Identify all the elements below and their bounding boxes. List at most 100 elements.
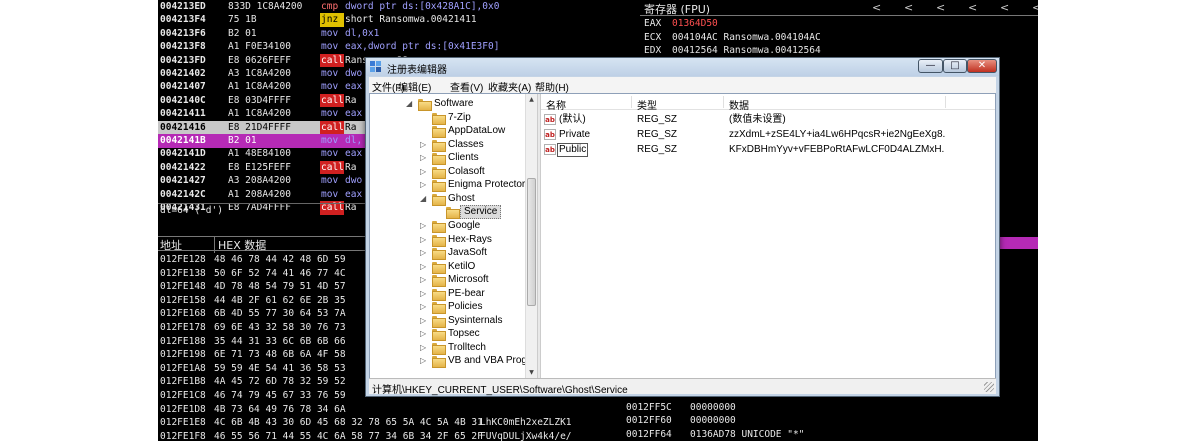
register-row[interactable]: EAX 01364D50 [644, 17, 718, 30]
tree-node-label: Enigma Protector [448, 179, 525, 191]
collapsed-arrow-icon[interactable]: ▷ [420, 300, 430, 314]
folder-icon [418, 99, 432, 111]
chevron-left-icon[interactable]: < [904, 1, 913, 14]
instruction-operands: dl, [345, 135, 363, 146]
dump-bytes: 6B 4D 55 77 30 64 53 7A [214, 308, 346, 320]
dump-bytes: 4A 45 72 6D 78 32 59 52 [214, 376, 346, 388]
scroll-thumb[interactable] [527, 178, 536, 306]
instruction-operands: Ra [345, 121, 357, 133]
menu-item[interactable]: 编辑(E) [398, 79, 431, 94]
stack-row[interactable]: 0012FF64 0136AD78 UNICODE "*" [626, 428, 804, 441]
register-value: 00412564 Ransomwa.00412564 [672, 45, 821, 57]
values-list[interactable]: 名称 类型 数据 ab (默认) REG_SZ (数值未设置) ab Private REG… [541, 94, 995, 393]
chevron-left-icon[interactable]: < [968, 1, 977, 14]
folder-icon [432, 356, 446, 369]
chevron-left-icon[interactable]: < [1032, 1, 1038, 14]
register-value: 004104AC Ransomwa.004104AC [672, 31, 821, 43]
stack-row[interactable]: 0012FF60 00000000 [626, 414, 736, 428]
menu-item[interactable]: 查看(V) [450, 79, 483, 94]
instruction-bytes: A1 48E84100 [228, 148, 291, 160]
collapsed-arrow-icon[interactable]: ▷ [420, 151, 430, 165]
disasm-row[interactable]: 004213ED 833D 1C8A4200 cmp dword ptr ds:[0x… [158, 0, 628, 14]
column-name[interactable]: 名称 [546, 97, 566, 112]
chevron-left-icon[interactable]: < [872, 1, 881, 14]
folder-icon [432, 288, 446, 301]
chevron-left-icon[interactable]: < [1000, 1, 1009, 14]
instruction-operands: Ra [345, 94, 357, 106]
instruction-bytes: B2 01 [228, 27, 257, 39]
instruction-mnemonic: mov [321, 108, 339, 120]
dump-address: 012FE1C8 [160, 390, 206, 401]
collapsed-arrow-icon[interactable]: ▷ [420, 354, 430, 368]
dump-header-address: 地址 [160, 239, 182, 252]
tree-node-label: Ghost [448, 192, 475, 204]
scroll-up-arrow-icon[interactable]: ▲ [526, 94, 537, 106]
register-row[interactable]: EDX 00412564 Ransomwa.00412564 [644, 44, 821, 57]
dump-address: 012FE198 [160, 349, 206, 361]
collapsed-arrow-icon[interactable]: ▷ [420, 219, 430, 233]
collapsed-arrow-icon[interactable]: ▷ [420, 165, 430, 179]
tree-node-label: Topsec [448, 328, 480, 340]
instruction-mnemonic: mov [321, 135, 339, 146]
stack-value: 00000000 [690, 415, 736, 427]
value-row[interactable]: ab Public REG_SZ KFxDBHmYyv+vFEBPoRtAFwLCF0… [541, 142, 995, 157]
disasm-row[interactable]: 004213F6 B2 01 mov dl,0x1 [158, 27, 628, 41]
disasm-row[interactable]: 004213F4 75 1B jnz short Ransomwa.00421411 [158, 13, 628, 27]
dump-row[interactable]: 012FE1D8 4B 73 64 49 76 78 34 6A [158, 403, 628, 417]
tree-vertical-scrollbar[interactable]: ▲ ▼ [525, 94, 537, 379]
tree-node-label: Service [460, 205, 502, 220]
dump-ascii: LhKC0mEh2xeZLZK1 [480, 417, 572, 429]
chevron-left-icon[interactable]: < [936, 1, 945, 14]
instruction-mnemonic: jnz [320, 13, 344, 27]
dump-row[interactable]: 012FE1E8 4C 6B 4B 43 30 6D 45 68 32 78 65… [158, 416, 628, 430]
column-separator[interactable] [631, 96, 632, 108]
instruction-operands: Ra [345, 161, 357, 173]
expanded-arrow-icon[interactable]: ◢ [406, 97, 416, 111]
dump-bytes: 46 55 56 71 44 55 4C 6A 58 77 34 6B 34 2… [214, 430, 483, 441]
registry-tree[interactable]: ◢ Software 7-Zip AppDataLow ▷ Classes ▷ Clients… [370, 94, 525, 379]
collapsed-arrow-icon[interactable]: ▷ [420, 260, 430, 274]
column-separator[interactable] [945, 96, 946, 108]
folder-icon [432, 139, 446, 152]
value-type: REG_SZ [637, 144, 678, 155]
collapsed-arrow-icon[interactable]: ▷ [420, 287, 430, 301]
minimize-button[interactable]: — [918, 59, 943, 73]
disasm-row[interactable]: 004213F8 A1 F0E34100 mov eax,dword ptr ds:[… [158, 40, 628, 54]
column-data[interactable]: 数据 [729, 97, 749, 112]
collapsed-arrow-icon[interactable]: ▷ [420, 233, 430, 247]
resize-grip-icon[interactable] [984, 382, 994, 392]
dump-row[interactable]: 012FE1F8 46 55 56 71 44 55 4C 6A 58 77 34… [158, 430, 628, 441]
close-button[interactable]: ✕ [967, 59, 997, 73]
instruction-address: 00421422 [160, 161, 206, 173]
register-value: 01364D50 [672, 18, 718, 29]
maximize-button[interactable]: □ [943, 59, 967, 73]
instruction-bytes: A1 F0E34100 [228, 41, 291, 53]
instruction-mnemonic: mov [321, 41, 339, 53]
stack-row[interactable]: 0012FF5C 00000000 [626, 401, 736, 415]
column-separator[interactable] [723, 96, 724, 108]
collapsed-arrow-icon[interactable]: ▷ [420, 246, 430, 260]
menu-item[interactable]: 帮助(H) [535, 79, 569, 94]
instruction-mnemonic: mov [321, 68, 339, 79]
value-row[interactable]: ab (默认) REG_SZ (数值未设置) [541, 112, 995, 127]
collapsed-arrow-icon[interactable]: ▷ [420, 178, 430, 192]
title-bar[interactable]: 注册表编辑器 — □ ✕ [366, 58, 999, 76]
collapsed-arrow-icon[interactable]: ▷ [420, 341, 430, 355]
register-row[interactable]: ECX 004104AC Ransomwa.004104AC [644, 31, 821, 44]
register-name: ECX [644, 31, 662, 43]
value-row[interactable]: ab Private REG_SZ zzXdmL+zSE4LY+ia4Lw6HPqcs… [541, 127, 995, 142]
column-type[interactable]: 类型 [637, 97, 657, 112]
folder-icon [432, 261, 446, 274]
collapsed-arrow-icon[interactable]: ▷ [420, 138, 430, 152]
collapsed-arrow-icon[interactable]: ▷ [420, 273, 430, 287]
collapsed-arrow-icon[interactable]: ▷ [420, 314, 430, 328]
folder-icon [432, 220, 446, 233]
collapsed-arrow-icon[interactable]: ▷ [420, 327, 430, 341]
instruction-bytes: E8 E125FEFF [228, 161, 291, 173]
tree-node-label: PE-bear [448, 287, 485, 299]
instruction-bytes: A1 1C8A4200 [228, 108, 291, 120]
dump-address: 012FE1D8 [160, 403, 206, 415]
expanded-arrow-icon[interactable]: ◢ [420, 192, 430, 206]
tree-node-label: Google [448, 219, 481, 231]
menu-item[interactable]: 收藏夹(A) [488, 79, 531, 94]
